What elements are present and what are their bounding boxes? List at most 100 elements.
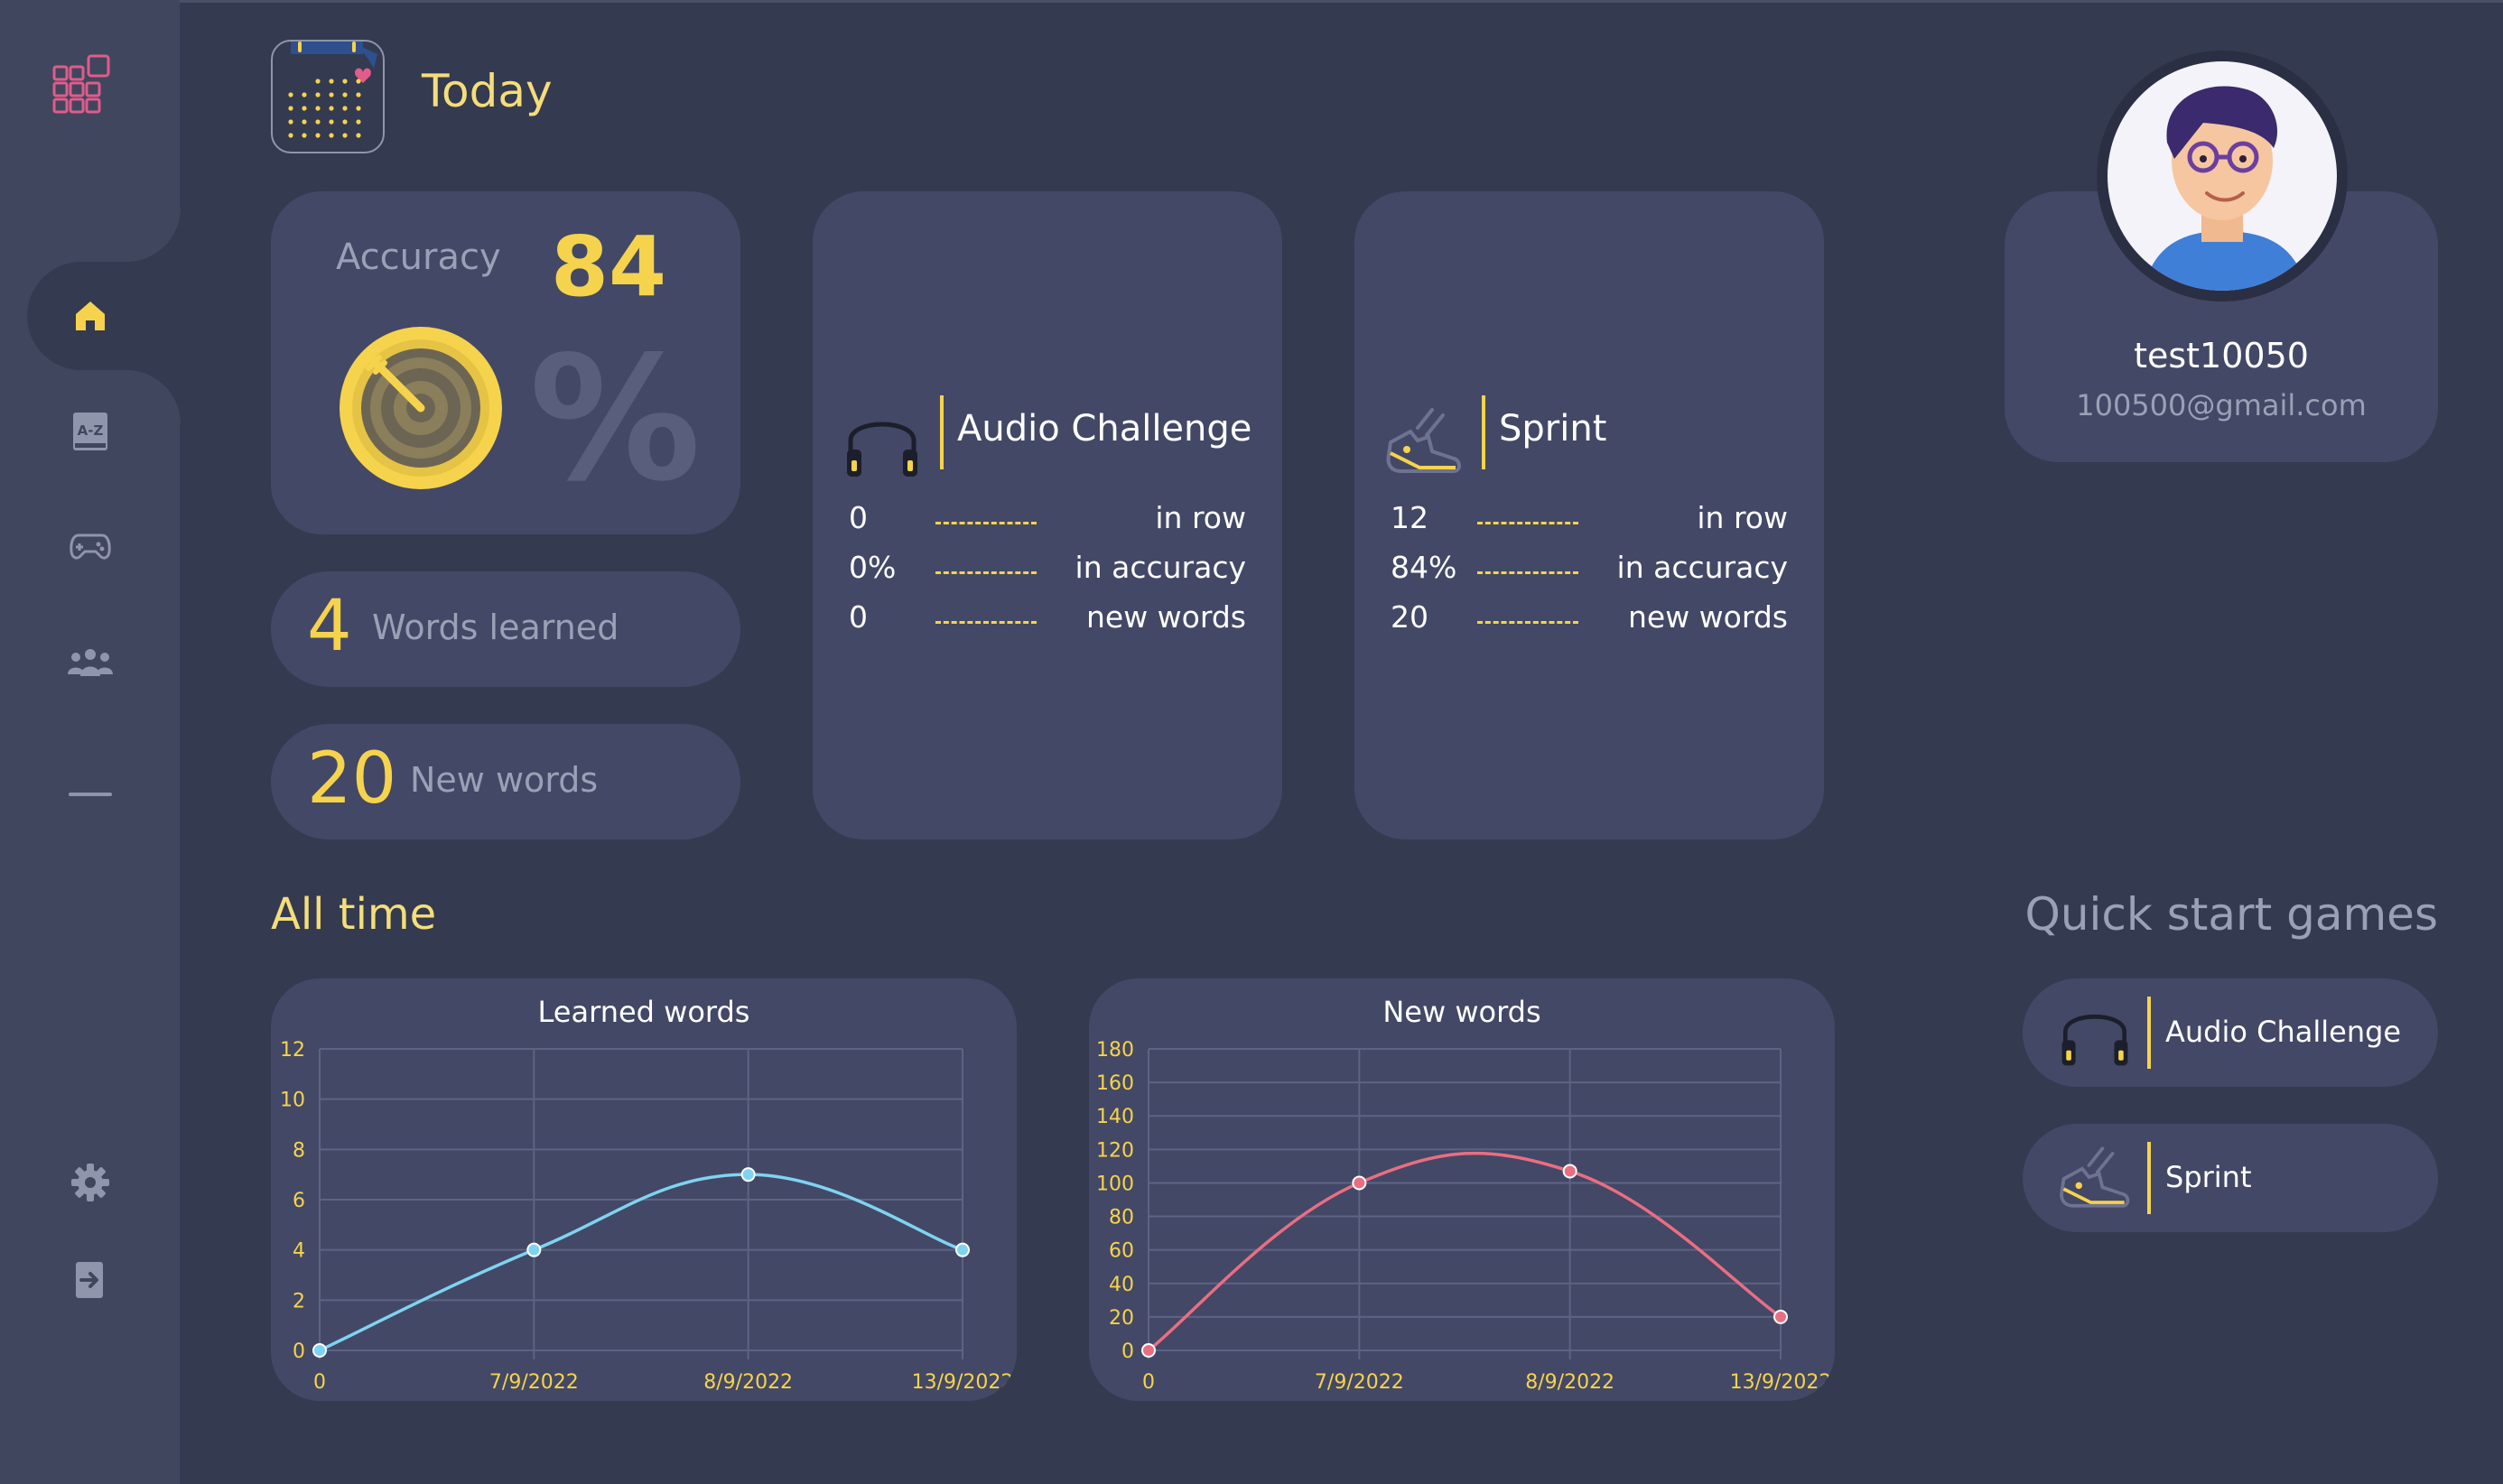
window-top-border (0, 0, 2503, 3)
calendar-dot (329, 106, 334, 111)
y-tick-label: 120 (1096, 1139, 1134, 1162)
button-divider (2147, 1142, 2151, 1214)
chart-title: New words (1382, 995, 1541, 1029)
data-point (1352, 1175, 1367, 1191)
y-tick-label: 6 (293, 1190, 305, 1212)
words-learned-card: 4 Words learned (271, 571, 740, 687)
calendar-dot (315, 133, 321, 138)
y-tick-label: 160 (1096, 1072, 1134, 1095)
calendar-dot (329, 119, 334, 125)
x-tick-label: 8/9/2022 (703, 1371, 793, 1394)
dictionary-icon: A-Z (73, 413, 107, 450)
accuracy-card: Accuracy 84 % (271, 191, 740, 534)
y-tick-label: 180 (1096, 1039, 1134, 1062)
calendar-dot (342, 133, 348, 138)
x-tick-label: 0 (313, 1371, 326, 1394)
calendar-dot (302, 106, 307, 111)
accuracy-value: 84 (551, 218, 667, 315)
nav-item-dictionary[interactable]: A-Z (63, 404, 117, 459)
calendar-dot (342, 106, 348, 111)
quick-start-sprint-button[interactable]: Sprint (2023, 1124, 2438, 1232)
nav-item-team[interactable] (63, 635, 117, 690)
target-icon (340, 327, 502, 489)
dotted-leader (935, 621, 1037, 624)
stat-value: 0 (849, 599, 868, 635)
audio-challenge-title: Audio Challenge (957, 408, 1252, 450)
data-point (1773, 1309, 1788, 1324)
title-divider (1482, 395, 1485, 469)
new-words-label: New words (410, 760, 599, 800)
logout-button[interactable] (63, 1253, 117, 1307)
learned-words-chart: 0 2 4 6 8 10 12 0 7/9/2022 8/9/2022 13/9/2022 Lear… (271, 979, 1017, 1401)
stat-label: in row (1697, 500, 1788, 535)
y-tick-label: 8 (293, 1139, 305, 1162)
calendar-dot (315, 79, 321, 84)
audio-challenge-stats-card: Audio Challenge 0 in row 0% in accuracy … (813, 191, 1282, 839)
profile-username: test10050 (2134, 336, 2309, 376)
profile-email: 100500@gmail.com (2076, 388, 2367, 422)
stat-row-in-row: 12 in row (1391, 500, 1788, 545)
dotted-leader (1477, 571, 1578, 574)
calendar-icon (271, 40, 385, 153)
calendar-dot (315, 92, 321, 97)
words-learned-label: Words learned (372, 608, 619, 647)
nav-item-home[interactable] (63, 289, 117, 343)
avatar[interactable] (2097, 51, 2348, 301)
calendar-dot (356, 119, 361, 125)
app-logo-icon[interactable] (52, 54, 112, 114)
dotted-leader (1477, 522, 1578, 524)
quick-start-audio-challenge-button[interactable]: Audio Challenge (2023, 979, 2438, 1087)
y-tick-label: 40 (1109, 1274, 1134, 1296)
dotted-leader (935, 571, 1037, 574)
calendar-dot (302, 119, 307, 125)
accuracy-label: Accuracy (336, 237, 501, 278)
new-words-chart-svg: 0 20 40 60 80 100 120 140 160 180 0 7/9/2022 8/9/202… (1096, 1039, 1832, 1394)
calendar-dot (356, 92, 361, 97)
y-tick-label: 10 (280, 1090, 305, 1112)
calendar-dot (356, 79, 361, 84)
stat-label: new words (1627, 599, 1788, 635)
stat-value: 12 (1391, 500, 1428, 535)
nav-active-curve-top (126, 208, 181, 262)
nav-item-games[interactable] (63, 520, 117, 574)
stat-value: 0 (849, 500, 868, 535)
settings-button[interactable] (63, 1155, 117, 1210)
learned-words-chart-svg: 0 2 4 6 8 10 12 0 7/9/2022 8/9/2022 13/9/2022 (280, 1039, 1013, 1394)
calendar-dot (288, 133, 293, 138)
new-words-chart: 0 20 40 60 80 100 120 140 160 180 0 7/9/2022 8/9/202… (1089, 979, 1835, 1401)
data-point (1562, 1164, 1577, 1179)
dotted-leader (1477, 621, 1578, 624)
calendar-dot (288, 106, 293, 111)
calendar-dot (315, 106, 321, 111)
sprint-title: Sprint (1499, 408, 1607, 450)
stat-row-new-words: 0 new words (849, 599, 1246, 645)
title-divider (940, 395, 944, 469)
gear-icon (71, 1164, 109, 1201)
nav-item-collapse[interactable] (63, 767, 117, 821)
home-icon (76, 301, 105, 330)
x-tick-label: 13/9/2022 (1730, 1371, 1832, 1394)
accuracy-percent-symbol: % (529, 320, 702, 519)
stat-value: 0% (849, 550, 897, 585)
y-tick-label: 20 (1109, 1307, 1134, 1330)
data-point (1141, 1343, 1156, 1358)
new-words-count: 20 (307, 738, 397, 820)
calendar-dot (329, 79, 334, 84)
stat-row-accuracy: 0% in accuracy (849, 550, 1246, 595)
data-point (312, 1343, 327, 1358)
logout-icon (76, 1262, 103, 1298)
new-words-card: 20 New words (271, 724, 740, 839)
x-tick-label: 7/9/2022 (1315, 1371, 1404, 1394)
calendar-dot (302, 133, 307, 138)
data-point (955, 1242, 970, 1257)
stat-label: new words (1085, 599, 1246, 635)
calendar-dot (329, 133, 334, 138)
chart-title: Learned words (537, 995, 750, 1029)
dotted-leader (935, 522, 1037, 524)
stat-value: 84% (1391, 550, 1457, 585)
y-tick-label: 2 (293, 1290, 305, 1312)
stat-label: in accuracy (1075, 550, 1246, 585)
y-tick-label: 4 (293, 1240, 305, 1263)
user-avatar-illustration (2144, 86, 2306, 291)
y-tick-label: 12 (280, 1039, 305, 1062)
